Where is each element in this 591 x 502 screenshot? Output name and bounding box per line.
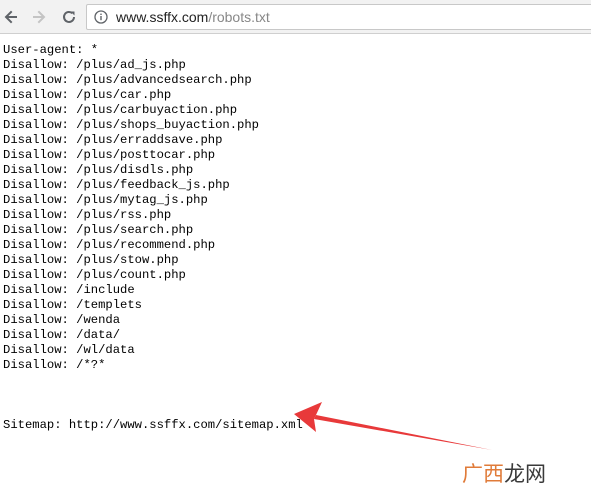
robots-line: Disallow: /plus/recommend.php (3, 238, 216, 252)
robots-line: Disallow: /plus/count.php (3, 268, 186, 282)
robots-line: Disallow: /include (3, 283, 135, 297)
robots-line: Disallow: /plus/mytag_js.php (3, 193, 208, 207)
robots-line: Disallow: /plus/advancedsearch.php (3, 73, 252, 87)
robots-line: Disallow: /plus/feedback_js.php (3, 178, 230, 192)
address-bar[interactable]: www.ssffx.com/robots.txt (86, 4, 591, 30)
robots-line: Disallow: /plus/ad_js.php (3, 58, 186, 72)
url-path: /robots.txt (208, 9, 270, 25)
robots-line: Disallow: /plus/search.php (3, 223, 194, 237)
robots-txt-content: User-agent: * Disallow: /plus/ad_js.php … (3, 43, 588, 433)
back-arrow-icon (4, 10, 17, 24)
reload-button[interactable] (58, 6, 80, 28)
forward-button[interactable] (28, 6, 50, 28)
site-watermark: 广西 龙网 (462, 458, 546, 488)
browser-toolbar: www.ssffx.com/robots.txt (0, 0, 591, 34)
robots-line: Disallow: /plus/shops_buyaction.php (3, 118, 259, 132)
robots-line: Disallow: /templets (3, 298, 142, 312)
robots-line: Disallow: /plus/posttocar.php (3, 148, 216, 162)
sitemap-line: Sitemap: http://www.ssffx.com/sitemap.xm… (3, 418, 303, 432)
robots-line: Disallow: /plus/car.php (3, 88, 172, 102)
robots-line: Disallow: /plus/stow.php (3, 253, 179, 267)
robots-line: Disallow: /wl/data (3, 343, 135, 357)
watermark-part1: 广西 (462, 462, 504, 486)
robots-line: User-agent: * (3, 43, 99, 57)
robots-line: Disallow: /plus/erraddsave.php (3, 133, 223, 147)
robots-line: Disallow: /plus/carbuyaction.php (3, 103, 238, 117)
robots-line: Disallow: /plus/disdls.php (3, 163, 194, 177)
robots-line: Disallow: /plus/rss.php (3, 208, 172, 222)
url-text[interactable]: www.ssffx.com/robots.txt (116, 9, 270, 25)
back-button[interactable] (0, 6, 22, 28)
robots-line: Disallow: /data/ (3, 328, 121, 342)
robots-line: Disallow: /*?* (3, 358, 106, 372)
forward-arrow-icon (33, 10, 46, 24)
watermark-part2: 龙网 (504, 462, 546, 486)
url-domain: www.ssffx.com (116, 9, 209, 25)
robots-line: Disallow: /wenda (3, 313, 121, 327)
info-icon[interactable] (94, 10, 108, 24)
reload-icon (63, 10, 75, 23)
